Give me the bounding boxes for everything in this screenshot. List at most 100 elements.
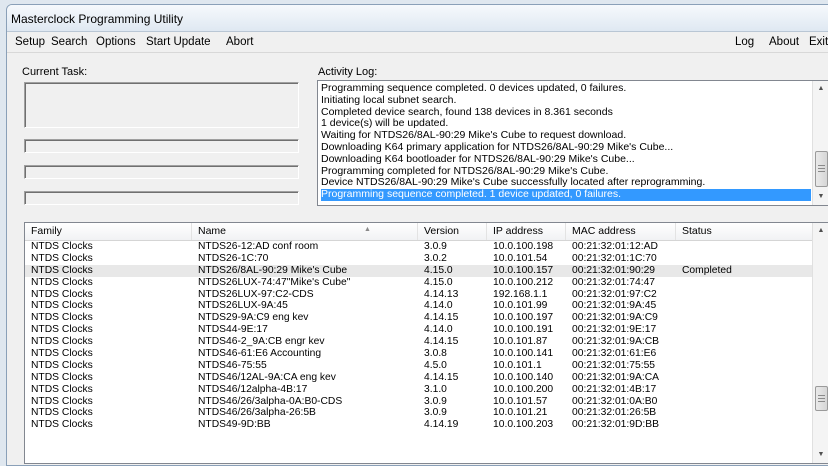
cell-status [676, 324, 813, 336]
cell-status [676, 360, 813, 372]
cell-ip-address: 10.0.101.87 [493, 336, 548, 348]
sort-ascending-icon: ▲ [364, 226, 371, 233]
cell-status [676, 407, 813, 419]
cell-ip-address: 10.0.100.198 [493, 241, 554, 252]
cell-version: 3.0.2 [424, 252, 447, 264]
cell-status [676, 289, 813, 301]
cell-name: NTDS26LUX-74:47"Mike's Cube" [198, 276, 351, 288]
table-row[interactable]: NTDS Clocks NTDS26LUX-74:47"Mike's Cube" 4… [25, 277, 813, 289]
scroll-up-icon[interactable]: ▲ [813, 81, 828, 97]
scroll-up-icon[interactable]: ▲ [813, 223, 828, 239]
cell-ip-address: 10.0.100.141 [493, 348, 554, 360]
cell-name: NTDS46/26/3alpha-26:5B [198, 407, 316, 419]
cell-mac-address: 00:21:32:01:0A:B0 [572, 395, 658, 407]
title-bar[interactable]: Masterclock Programming Utility [7, 5, 828, 32]
cell-mac-address: 00:21:32:01:90:29 [572, 264, 656, 276]
menu-options[interactable]: Options [96, 36, 136, 48]
column-header-ip-address[interactable]: IP address [487, 223, 566, 240]
cell-family: NTDS Clocks [31, 276, 93, 288]
menu-start-update[interactable]: Start Update [146, 36, 211, 48]
cell-name: NTDS44-9E:17 [198, 324, 268, 336]
cell-status [676, 396, 813, 408]
cell-mac-address: 00:21:32:01:97:C2 [572, 288, 657, 300]
cell-mac-address: 00:21:32:01:1C:70 [572, 252, 657, 264]
cell-name: NTDS26LUX-9A:45 [198, 300, 288, 312]
table-row[interactable]: NTDS Clocks NTDS26-1C:70 3.0.2 10.0.101.54 0… [25, 253, 813, 265]
column-header-mac-address[interactable]: MAC address [566, 223, 676, 240]
table-row[interactable]: NTDS Clocks NTDS46-2_9A:CB engr kev 4.14.1… [25, 336, 813, 348]
cell-version: 4.14.19 [424, 419, 459, 431]
cell-name: NTDS29-9A:C9 eng kev [198, 312, 309, 324]
cell-name: NTDS46/12alpha-4B:17 [198, 383, 308, 395]
cell-version: 3.0.9 [424, 395, 447, 407]
table-row[interactable]: NTDS Clocks NTDS46-61:E6 Accounting 3.0.8 1… [25, 348, 813, 360]
log-line[interactable]: Downloading K64 bootloader for NTDS26/8A… [321, 153, 811, 166]
table-scrollbar[interactable]: ▲ ▼ [812, 223, 828, 463]
table-row[interactable]: NTDS Clocks NTDS46/12alpha-4B:17 3.1.0 10.0… [25, 384, 813, 396]
column-header-family[interactable]: Family [25, 223, 192, 240]
cell-family: NTDS Clocks [31, 241, 93, 252]
cell-version: 4.14.15 [424, 312, 459, 324]
cell-version: 4.14.15 [424, 371, 459, 383]
table-row[interactable]: NTDS Clocks NTDS26LUX-97:C2-CDS 4.14.13 192… [25, 289, 813, 301]
cell-mac-address: 00:21:32:01:9E:17 [572, 324, 657, 336]
menu-setup[interactable]: Setup [15, 36, 45, 48]
table-row[interactable]: NTDS Clocks NTDS26LUX-9A:45 4.14.0 10.0.101… [25, 300, 813, 312]
cell-ip-address: 10.0.100.212 [493, 276, 554, 288]
cell-name: NTDS46-2_9A:CB engr kev [198, 336, 325, 348]
table-row[interactable]: NTDS Clocks NTDS49-9D:BB 4.14.19 10.0.100.2… [25, 419, 813, 431]
cell-mac-address: 00:21:32:01:9D:BB [572, 419, 660, 431]
cell-status [676, 384, 813, 396]
progress-bar-2 [24, 165, 299, 179]
column-header-status[interactable]: Status [676, 223, 813, 240]
cell-status [676, 277, 813, 289]
table-scroll-thumb[interactable] [815, 386, 828, 411]
current-task-label: Current Task: [22, 66, 88, 78]
table-row[interactable]: NTDS Clocks NTDS46/26/3alpha-0A:B0-CDS 3.0… [25, 396, 813, 408]
table-row[interactable]: NTDS Clocks NTDS46/12AL-9A:CA eng kev 4.14… [25, 372, 813, 384]
menu-search[interactable]: Search [51, 36, 87, 48]
menu-about[interactable]: About [769, 36, 799, 48]
cell-status [676, 372, 813, 384]
cell-ip-address: 10.0.101.54 [493, 252, 548, 264]
scroll-down-icon[interactable]: ▼ [813, 447, 828, 463]
log-line[interactable]: Downloading K64 primary application for … [321, 141, 811, 154]
table-row[interactable]: NTDS Clocks NTDS46/26/3alpha-26:5B 3.0.9 10… [25, 407, 813, 419]
scroll-down-icon[interactable]: ▼ [813, 189, 828, 205]
cell-mac-address: 00:21:32:01:12:AD [572, 241, 658, 252]
activity-log[interactable]: Programming sequence completed. 0 device… [317, 80, 828, 206]
column-header-name[interactable]: Name [192, 223, 418, 240]
table-row[interactable]: NTDS Clocks NTDS26-12:AD conf room 3.0.9 10… [25, 241, 813, 253]
cell-mac-address: 00:21:32:01:9A:C9 [572, 312, 658, 324]
cell-family: NTDS Clocks [31, 419, 93, 431]
menu-exit[interactable]: Exit [809, 36, 828, 48]
cell-family: NTDS Clocks [31, 383, 93, 395]
cell-mac-address: 00:21:32:01:75:55 [572, 359, 656, 371]
table-header: Family Name Version IP address MAC addre… [25, 223, 813, 241]
log-line[interactable]: Initiating local subnet search. [321, 94, 811, 107]
menu-log[interactable]: Log [735, 36, 754, 48]
log-scrollbar[interactable]: ▲ ▼ [812, 81, 828, 205]
table-row[interactable]: NTDS Clocks NTDS29-9A:C9 eng kev 4.14.15 10… [25, 312, 813, 324]
cell-family: NTDS Clocks [31, 300, 93, 312]
log-scroll-thumb[interactable] [815, 151, 828, 187]
cell-mac-address: 00:21:32:01:9A:45 [572, 300, 657, 312]
cell-status [676, 312, 813, 324]
table-row[interactable]: NTDS Clocks NTDS26/8AL-90:29 Mike's Cube 4… [25, 264, 813, 277]
table-row[interactable]: NTDS Clocks NTDS44-9E:17 4.14.0 10.0.100.19… [25, 324, 813, 336]
cell-name: NTDS46-61:E6 Accounting [198, 348, 322, 360]
log-line[interactable]: Programming sequence completed. 1 device… [321, 188, 811, 201]
menu-abort[interactable]: Abort [226, 36, 254, 48]
cell-name: NTDS46/12AL-9A:CA eng kev [198, 371, 336, 383]
cell-name: NTDS46-75:55 [198, 359, 267, 371]
column-header-version[interactable]: Version [418, 223, 487, 240]
cell-family: NTDS Clocks [31, 288, 93, 300]
cell-family: NTDS Clocks [31, 348, 93, 360]
table-row[interactable]: NTDS Clocks NTDS46-75:55 4.5.0 10.0.101.1 00… [25, 360, 813, 372]
table-body: NTDS Clocks NTDS26-12:AD conf room 3.0.9 10… [25, 241, 813, 431]
device-table[interactable]: Family Name Version IP address MAC addre… [24, 222, 828, 464]
cell-family: NTDS Clocks [31, 336, 93, 348]
cell-ip-address: 10.0.101.21 [493, 407, 548, 419]
window-title: Masterclock Programming Utility [11, 12, 184, 26]
cell-version: 4.14.0 [424, 300, 453, 312]
